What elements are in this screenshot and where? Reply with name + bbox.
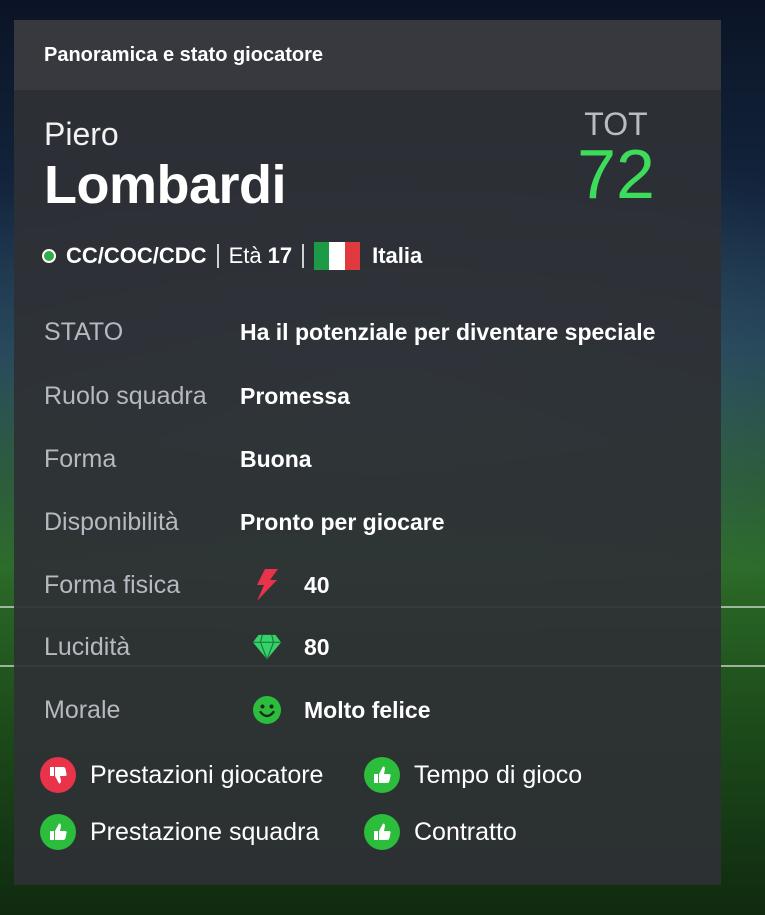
smiley-icon (252, 695, 282, 725)
player-info-row: CC/COC/CDC Età 17 Italia (42, 238, 422, 274)
player-positions: CC/COC/CDC (66, 243, 207, 268)
player-nationality: Italia (372, 243, 423, 268)
player-last-name: Lombardi (44, 155, 287, 215)
player-overview-panel: Panoramica e stato giocatore Piero Lomba… (14, 20, 721, 885)
factor-team-performance: Prestazione squadra (40, 812, 319, 852)
factor-label: Prestazioni giocatore (90, 760, 324, 789)
stat-value: 40 (304, 571, 330, 598)
thumbs-up-icon (364, 757, 400, 793)
stat-label: Ruolo squadra (44, 381, 207, 410)
stat-value: Promessa (240, 382, 350, 409)
stat-row-status: STATO Ha il potenziale per diventare spe… (44, 312, 704, 352)
position-dot-icon (42, 249, 56, 263)
stat-row-availability: Disponibilità Pronto per giocare (44, 502, 704, 542)
stat-row-fitness: Forma fisica 40 (44, 565, 704, 605)
thumbs-up-icon (364, 814, 400, 850)
stat-label: Lucidità (44, 632, 131, 661)
divider (302, 244, 305, 268)
factor-playing-time: Tempo di gioco (364, 755, 582, 795)
player-age: 17 (267, 243, 293, 268)
thumbs-up-icon (40, 814, 76, 850)
stat-label: Forma (44, 444, 117, 473)
age-label: Età (228, 243, 262, 268)
stat-value: Molto felice (304, 696, 431, 723)
stat-row-team-role: Ruolo squadra Promessa (44, 376, 704, 416)
stat-value: Pronto per giocare (240, 508, 445, 535)
lightning-icon (252, 569, 282, 601)
stat-row-sharpness: Lucidità 80 (44, 627, 704, 667)
factor-label: Prestazione squadra (90, 817, 320, 846)
divider (216, 244, 219, 268)
stat-label: Disponibilità (44, 507, 179, 536)
italy-flag-icon (314, 242, 361, 270)
stat-label: STATO (44, 317, 124, 346)
stat-row-form: Forma Buona (44, 439, 704, 479)
stat-value: Buona (240, 445, 312, 472)
factor-label: Contratto (414, 817, 517, 846)
stat-label: Forma fisica (44, 570, 181, 599)
factor-player-performance: Prestazioni giocatore (40, 755, 323, 795)
factor-contract: Contratto (364, 812, 517, 852)
factor-label: Tempo di gioco (414, 760, 583, 789)
stat-label: Morale (44, 695, 121, 724)
overall-value: 72 (577, 135, 655, 213)
overall-rating: TOT 72 (561, 108, 671, 213)
diamond-icon (252, 632, 282, 662)
player-first-name: Piero (44, 116, 119, 152)
panel-title: Panoramica e stato giocatore (44, 43, 323, 66)
thumbs-down-icon (40, 757, 76, 793)
stat-row-morale: Morale Molto felice (44, 690, 704, 730)
stat-value: 80 (304, 633, 330, 660)
panel-header: Panoramica e stato giocatore (14, 20, 721, 90)
stat-value: Ha il potenziale per diventare speciale (240, 318, 656, 345)
